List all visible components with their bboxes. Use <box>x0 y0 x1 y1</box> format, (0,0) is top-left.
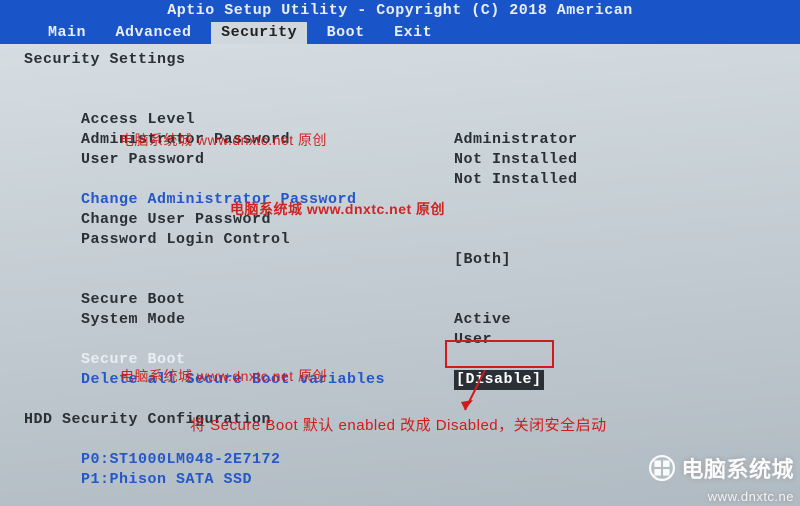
menu-advanced[interactable]: Advanced <box>106 22 202 44</box>
value: Not Installed <box>454 150 578 170</box>
label: Delete all Secure Boot variables <box>81 371 385 388</box>
label: P1:Phison SATA SSD <box>81 471 252 488</box>
menu-exit[interactable]: Exit <box>384 22 442 44</box>
delete-secure-boot-vars[interactable]: Delete all Secure Boot variables <box>24 350 796 370</box>
system-mode: System Mode User <box>24 290 796 310</box>
status-row: User Password Not Installed <box>24 130 796 150</box>
annotation-caption: 将 Secure Boot 默认 enabled 改成 Disabled，关闭安… <box>190 414 607 435</box>
value: [Disable] <box>454 370 544 390</box>
brand-text: 电脑系统城 <box>681 452 794 484</box>
menu-boot[interactable]: Boot <box>317 22 375 44</box>
menu-main[interactable]: Main <box>38 22 96 44</box>
section-header: Security Settings <box>24 50 796 70</box>
secure-boot-status: Secure Boot Active <box>24 270 796 290</box>
change-user-password[interactable]: Change User Password <box>24 190 796 210</box>
password-login-control[interactable]: Password Login Control [Both] <box>24 210 796 230</box>
site-brand: 电脑系统城 <box>649 452 794 484</box>
title-bar: Aptio Setup Utility - Copyright (C) 2018… <box>0 0 800 22</box>
label: User Password <box>81 151 205 168</box>
menu-security[interactable]: Security <box>211 22 307 44</box>
change-admin-password[interactable]: Change Administrator Password <box>24 170 796 190</box>
label: Password Login Control <box>81 231 290 248</box>
site-url: www.dnxtc.ne <box>708 489 794 504</box>
secure-boot-setting[interactable]: Secure Boot [Disable] <box>24 330 796 350</box>
label: System Mode <box>81 311 186 328</box>
value: [Both] <box>454 250 511 270</box>
status-row: Access Level Administrator <box>24 90 796 110</box>
menu-bar: Main Advanced Security Boot Exit <box>0 22 800 44</box>
bios-screen: Aptio Setup Utility - Copyright (C) 2018… <box>0 0 800 506</box>
value: Active <box>454 310 511 330</box>
windows-icon <box>649 455 675 481</box>
status-row: Administrator Password Not Installed <box>24 110 796 130</box>
